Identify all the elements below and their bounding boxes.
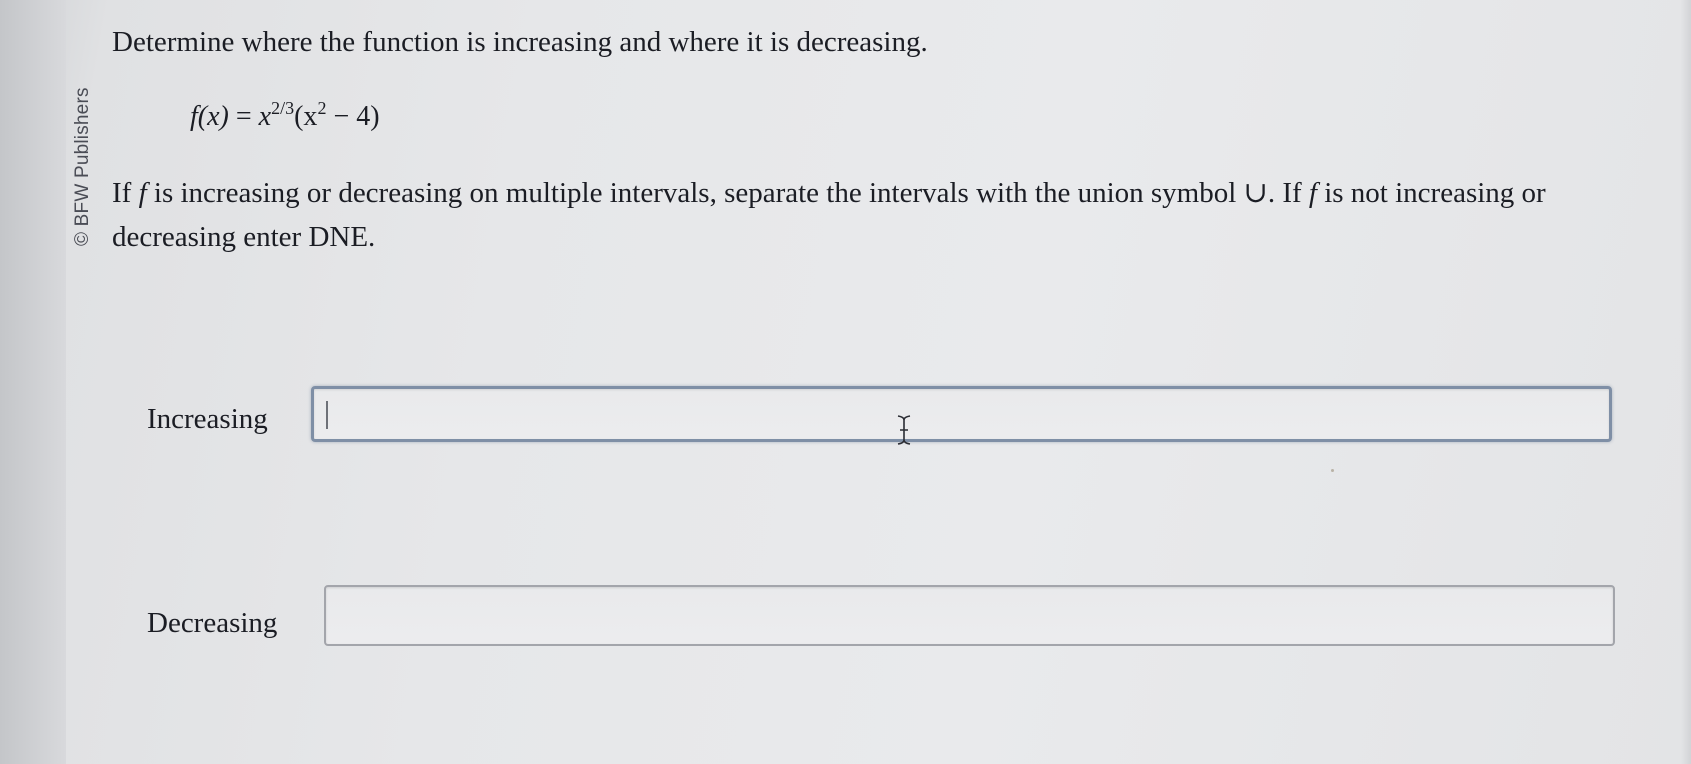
formula-base: x: [258, 101, 272, 132]
text-cursor-icon: [897, 415, 911, 445]
increasing-input[interactable]: [311, 386, 1612, 442]
function-formula: f(x) = x2/3(x2 − 4): [190, 98, 380, 133]
formula-equals: =: [235, 101, 252, 132]
instructions-part-2: is increasing or decreasing on multiple …: [146, 177, 1309, 209]
formula-exponent: 2/3: [271, 98, 295, 118]
question-title: Determine where the function is increasi…: [112, 26, 928, 58]
formula-paren-rest: − 4): [326, 101, 380, 132]
instructions-f-1: f: [138, 177, 147, 209]
formula-paren-open: (x: [294, 101, 318, 132]
right-page-edge: [1681, 0, 1691, 764]
instructions-f-2: f: [1308, 177, 1317, 209]
increasing-label: Increasing: [147, 403, 268, 435]
paper-speck: [1331, 469, 1334, 472]
text-caret: [326, 401, 328, 429]
question-instructions: If f is increasing or decreasing on mult…: [112, 171, 1657, 259]
instructions-part-1: If: [112, 177, 139, 209]
decreasing-input[interactable]: [324, 585, 1615, 646]
left-page-edge: [0, 0, 66, 764]
decreasing-label: Decreasing: [147, 607, 278, 639]
copyright-notice: © BFW Publishers: [72, 87, 93, 246]
formula-lhs: f(x): [190, 101, 229, 132]
